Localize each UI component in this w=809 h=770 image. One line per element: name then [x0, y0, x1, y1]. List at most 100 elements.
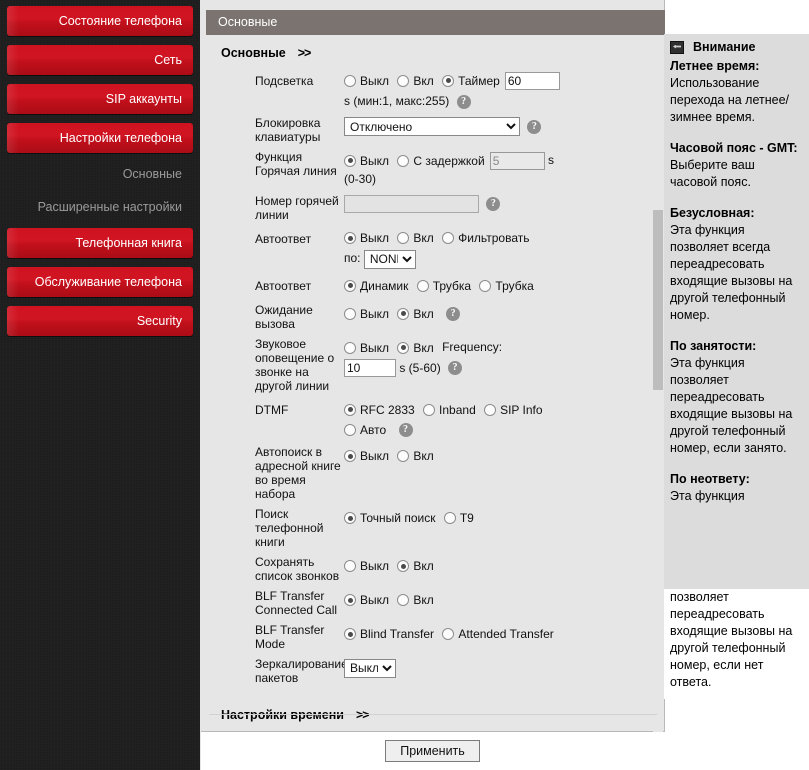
- sidebar-item-advanced-settings[interactable]: Расширенные настройки: [7, 195, 193, 219]
- content-scrollbar[interactable]: [653, 40, 663, 732]
- autoanswer-on-radio[interactable]: [397, 232, 410, 245]
- blf-connected-off-option[interactable]: Выкл: [344, 591, 389, 609]
- sidebar-item-phone-settings[interactable]: Настройки телефона: [7, 123, 193, 153]
- backlight-off-radio[interactable]: [344, 74, 356, 87]
- keylock-select[interactable]: Отключено: [344, 117, 520, 137]
- blf-connected-on-option[interactable]: Вкл: [397, 591, 434, 609]
- help-icon[interactable]: ?: [398, 423, 413, 438]
- phonebook-exact-option[interactable]: Точный поиск: [344, 509, 435, 527]
- blf-blind-radio[interactable]: [344, 628, 356, 641]
- call-waiting-off-radio[interactable]: [344, 307, 356, 320]
- control-call-waiting: Выкл Вкл ?: [344, 303, 664, 323]
- dtmf-rfc2833-radio[interactable]: [344, 403, 356, 416]
- save-call-list-off-radio[interactable]: [344, 560, 356, 573]
- dtmf-inband-option[interactable]: Inband: [423, 401, 476, 419]
- phonebook-exact-radio[interactable]: [344, 512, 356, 525]
- call-waiting-off-option[interactable]: Выкл: [344, 305, 389, 323]
- backlight-timer-option[interactable]: Таймер: [442, 72, 500, 90]
- sidebar-item-phone-maintenance[interactable]: Обслуживание телефона: [7, 267, 193, 297]
- section-header-calls[interactable]: Звонки>>: [201, 731, 664, 732]
- sidebar-item-security[interactable]: Security: [7, 306, 193, 336]
- hotline-number-input[interactable]: [344, 195, 479, 214]
- blf-connected-off-radio[interactable]: [344, 594, 356, 607]
- sidebar-item-network[interactable]: Сеть: [7, 45, 193, 75]
- autoanswer-off-radio[interactable]: [344, 232, 356, 245]
- autosearch-on-option[interactable]: Вкл: [397, 447, 434, 465]
- settings-form: Основные >> Подсветка Выкл Вкл Таймер 60…: [201, 40, 664, 732]
- hotline-delay-option[interactable]: С задержкой: [397, 152, 485, 170]
- autoanswer-headset-radio[interactable]: [479, 279, 492, 292]
- hotline-off-radio[interactable]: [344, 154, 356, 167]
- autoanswer-headset-option[interactable]: Трубка: [479, 277, 534, 295]
- autoanswer-speaker-option[interactable]: Динамик: [344, 277, 408, 295]
- autoanswer-off-label: Выкл: [360, 231, 390, 246]
- sidebar-item-basic[interactable]: Основные: [7, 162, 193, 186]
- hotline-off-option[interactable]: Выкл: [344, 152, 389, 170]
- backlight-timer-label: Таймер: [458, 73, 500, 88]
- packet-mirror-select[interactable]: Выкл: [344, 658, 396, 678]
- autoanswer-speaker-radio[interactable]: [344, 279, 356, 292]
- backlight-off-option[interactable]: Выкл: [344, 72, 389, 90]
- apply-button[interactable]: Применить: [385, 740, 480, 762]
- autoanswer-filter-select[interactable]: NONE: [363, 249, 416, 269]
- phonebook-t9-radio[interactable]: [443, 512, 456, 525]
- cwtone-on-option[interactable]: Вкл: [397, 339, 434, 357]
- cwtone-on-radio[interactable]: [397, 341, 410, 354]
- call-waiting-on-option[interactable]: Вкл: [397, 305, 434, 323]
- section-header-basic[interactable]: Основные >>: [201, 40, 664, 66]
- label-backlight: Подсветка: [255, 74, 314, 88]
- save-call-list-on-option[interactable]: Вкл: [397, 557, 434, 575]
- backlight-on-option[interactable]: Вкл: [397, 72, 434, 90]
- backlight-timer-input[interactable]: [504, 71, 560, 90]
- section-header-time[interactable]: Настройки времени >>: [201, 699, 664, 731]
- cwtone-frequency-input[interactable]: [344, 359, 396, 378]
- help-term: Часовой пояс - GMT:: [670, 141, 798, 155]
- blf-blind-option[interactable]: Blind Transfer: [344, 625, 434, 643]
- help-icon[interactable]: ?: [446, 306, 461, 321]
- autosearch-on-radio[interactable]: [397, 450, 410, 463]
- help-icon[interactable]: ?: [486, 197, 501, 212]
- hotline-delay-radio[interactable]: [397, 154, 410, 167]
- blf-connected-on-radio[interactable]: [397, 594, 410, 607]
- section-label: Основные: [221, 46, 286, 60]
- content-scrollbar-thumb[interactable]: [653, 210, 663, 390]
- dtmf-sipinfo-radio[interactable]: [484, 403, 497, 416]
- dtmf-auto-radio[interactable]: [344, 424, 356, 437]
- dtmf-inband-radio[interactable]: [423, 403, 436, 416]
- call-waiting-on-radio[interactable]: [397, 307, 410, 320]
- cwtone-off-radio[interactable]: [344, 341, 356, 354]
- dtmf-auto-option[interactable]: Авто: [344, 421, 386, 439]
- backlight-timer-radio[interactable]: [442, 74, 455, 87]
- autoanswer-filter-option[interactable]: Фильтровать: [442, 229, 529, 247]
- autoanswer-off-option[interactable]: Выкл: [344, 229, 389, 247]
- help-icon[interactable]: ?: [456, 94, 471, 109]
- backlight-on-radio[interactable]: [397, 74, 410, 87]
- hotline-delay-input[interactable]: [489, 151, 545, 170]
- save-call-list-on-radio[interactable]: [397, 560, 410, 573]
- label-autosearch: Автопоиск в адресной книге во время набо…: [255, 445, 341, 502]
- dtmf-rfc2833-option[interactable]: RFC 2833: [344, 401, 415, 419]
- autoanswer-handset-radio[interactable]: [416, 279, 429, 292]
- save-call-list-off-option[interactable]: Выкл: [344, 557, 389, 575]
- blf-attended-radio[interactable]: [442, 628, 455, 641]
- help-icon[interactable]: ?: [448, 361, 463, 376]
- sidebar-item-phonebook[interactable]: Телефонная книга: [7, 228, 193, 258]
- autoanswer-handset-option[interactable]: Трубка: [416, 277, 471, 295]
- help-icon[interactable]: ?: [527, 119, 542, 134]
- settings-panel: Основные Основные >> Подсветка Выкл Вкл …: [201, 0, 665, 762]
- blf-attended-option[interactable]: Attended Transfer: [442, 625, 554, 643]
- sidebar-item-phone-status[interactable]: Состояние телефона: [7, 6, 193, 36]
- help-panel-overflow: позволяет переадресовать входящие вызовы…: [664, 589, 809, 699]
- dtmf-sipinfo-option[interactable]: SIP Info: [484, 401, 543, 419]
- sidebar-item-sip-accounts[interactable]: SIP аккаунты: [7, 84, 193, 114]
- autoanswer-filter-radio[interactable]: [442, 232, 455, 245]
- cwtone-off-label: Выкл: [360, 340, 390, 355]
- save-call-list-on-label: Вкл: [413, 559, 434, 574]
- autosearch-off-option[interactable]: Выкл: [344, 447, 389, 465]
- cwtone-off-option[interactable]: Выкл: [344, 339, 389, 357]
- blf-attended-label: Attended Transfer: [458, 627, 554, 642]
- autosearch-off-radio[interactable]: [344, 450, 356, 463]
- page-root: Состояние телефона Сеть SIP аккаунты Нас…: [0, 0, 809, 770]
- autoanswer-on-option[interactable]: Вкл: [397, 229, 434, 247]
- phonebook-t9-option[interactable]: T9: [443, 509, 474, 527]
